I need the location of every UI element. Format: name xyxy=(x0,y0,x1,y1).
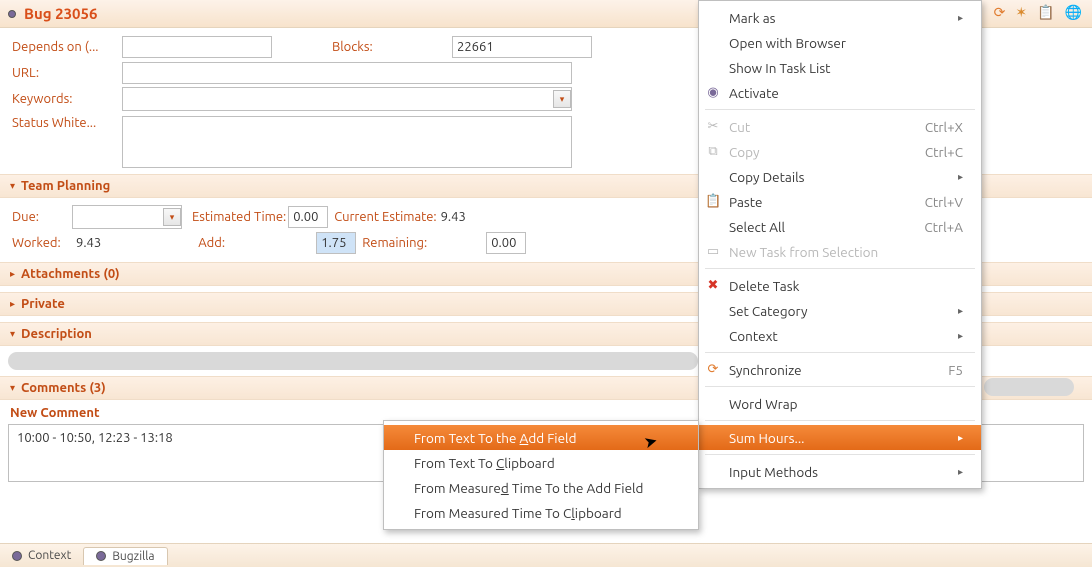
menu-paste[interactable]: 📋 Paste Ctrl+V xyxy=(699,189,981,214)
page-title: Bug 23056 xyxy=(24,5,97,22)
url-input[interactable] xyxy=(122,62,572,84)
worked-label: Worked: xyxy=(12,236,72,250)
sync-icon: ⟳ xyxy=(705,362,721,377)
worked-value: 9.43 xyxy=(76,236,101,250)
due-label: Due: xyxy=(12,210,72,224)
submenu-arrow-icon: ▸ xyxy=(928,466,963,478)
due-date-combo[interactable]: ▾ xyxy=(72,205,182,229)
depends-on-input[interactable] xyxy=(122,36,272,58)
activate-icon: ◉ xyxy=(705,85,721,100)
cut-icon: ✂ xyxy=(705,119,721,134)
estimated-time-label: Estimated Time: xyxy=(192,210,286,224)
delete-icon: ✖ xyxy=(705,278,721,293)
add-hours-input[interactable] xyxy=(316,232,356,254)
clipboard-icon[interactable]: 📋 xyxy=(1037,4,1054,21)
star-icon[interactable]: ✶ xyxy=(1015,4,1027,21)
collapse-icon: ▾ xyxy=(10,382,15,394)
section-attachments-label: Attachments (0) xyxy=(21,267,120,281)
description-text-blurred xyxy=(8,352,698,370)
bottom-tabs: Context Bugzilla xyxy=(0,543,1092,567)
menu-from-text-to-clipboard[interactable]: From Text To Clipboard xyxy=(384,450,698,475)
menu-word-wrap[interactable]: Word Wrap xyxy=(699,391,981,416)
new-comment-text: 10:00 - 10:50, 12:23 - 13:18 xyxy=(17,431,173,445)
menu-separator xyxy=(705,268,975,269)
url-label: URL: xyxy=(12,66,122,80)
menu-separator xyxy=(705,420,975,421)
paste-icon: 📋 xyxy=(705,194,721,209)
submenu-arrow-icon: ▸ xyxy=(928,432,963,444)
tab-bugzilla[interactable]: Bugzilla xyxy=(83,547,167,565)
menu-activate[interactable]: ◉ Activate xyxy=(699,80,981,105)
menu-copy[interactable]: ⧉ Copy Ctrl+C xyxy=(699,139,981,164)
keywords-combo[interactable]: ▾ xyxy=(122,87,572,111)
menu-delete-task[interactable]: ✖ Delete Task xyxy=(699,273,981,298)
copy-icon: ⧉ xyxy=(705,144,721,159)
bug-status-icon xyxy=(8,10,16,18)
menu-show-in-task-list[interactable]: Show In Task List xyxy=(699,55,981,80)
section-comments-label: Comments (3) xyxy=(21,381,106,395)
bugzilla-tab-icon xyxy=(96,551,106,561)
menu-from-measured-to-add-field[interactable]: From Measured Time To the Add Field xyxy=(384,475,698,500)
section-description-label: Description xyxy=(21,327,92,341)
keywords-label: Keywords: xyxy=(12,92,122,106)
remaining-input[interactable] xyxy=(486,232,526,254)
status-whiteboard-input[interactable] xyxy=(122,116,572,168)
context-tab-icon xyxy=(12,551,22,561)
current-estimate-value: 9.43 xyxy=(441,210,466,224)
context-menu: Mark as ▸ Open with Browser Show In Task… xyxy=(698,0,982,489)
collapse-icon: ▾ xyxy=(10,328,15,340)
menu-synchronize[interactable]: ⟳ Synchronize F5 xyxy=(699,357,981,382)
menu-from-measured-to-clipboard[interactable]: From Measured Time To Clipboard xyxy=(384,500,698,525)
submenu-arrow-icon: ▸ xyxy=(928,12,963,24)
estimated-time-input[interactable] xyxy=(288,206,328,228)
collapse-icon: ▾ xyxy=(10,180,15,192)
tab-bugzilla-label: Bugzilla xyxy=(112,550,154,563)
menu-mark-as[interactable]: Mark as ▸ xyxy=(699,5,981,30)
tab-context-label: Context xyxy=(28,549,71,562)
section-private-label: Private xyxy=(21,297,65,311)
new-task-icon: ▭ xyxy=(705,244,721,259)
menu-separator xyxy=(705,109,975,110)
menu-context[interactable]: Context ▸ xyxy=(699,323,981,348)
submenu-arrow-icon: ▸ xyxy=(928,330,963,342)
sync-icon[interactable]: ⟳ xyxy=(994,4,1006,21)
sum-hours-submenu: From Text To the Add Field From Text To … xyxy=(383,420,699,530)
section-team-planning-label: Team Planning xyxy=(21,179,110,193)
chevron-down-icon[interactable]: ▾ xyxy=(553,90,571,108)
menu-copy-details[interactable]: Copy Details ▸ xyxy=(699,164,981,189)
status-white-label: Status White... xyxy=(12,116,122,130)
blurred-content xyxy=(984,378,1074,396)
menu-separator xyxy=(705,386,975,387)
blocks-input[interactable] xyxy=(452,36,592,58)
menu-new-task-from-selection[interactable]: ▭ New Task from Selection xyxy=(699,239,981,264)
remaining-label: Remaining: xyxy=(362,236,486,250)
blocks-label: Blocks: xyxy=(332,40,452,54)
chevron-down-icon[interactable]: ▾ xyxy=(163,208,181,226)
menu-sum-hours[interactable]: Sum Hours... ▸ xyxy=(699,425,981,450)
depends-on-label: Depends on (... xyxy=(12,40,122,54)
submenu-arrow-icon: ▸ xyxy=(928,305,963,317)
menu-input-methods[interactable]: Input Methods ▸ xyxy=(699,459,981,484)
menu-set-category[interactable]: Set Category ▸ xyxy=(699,298,981,323)
menu-from-text-to-add-field[interactable]: From Text To the Add Field xyxy=(384,425,698,450)
globe-icon[interactable]: 🌐 xyxy=(1065,4,1082,21)
toolbar-icons: ⟳ ✶ 📋 🌐 xyxy=(994,4,1082,21)
menu-separator xyxy=(705,352,975,353)
menu-cut[interactable]: ✂ Cut Ctrl+X xyxy=(699,114,981,139)
menu-separator xyxy=(705,454,975,455)
tab-context[interactable]: Context xyxy=(0,547,83,564)
menu-select-all[interactable]: Select All Ctrl+A xyxy=(699,214,981,239)
add-label: Add: xyxy=(198,236,316,250)
submenu-arrow-icon: ▸ xyxy=(928,171,963,183)
menu-open-with-browser[interactable]: Open with Browser xyxy=(699,30,981,55)
expand-icon: ▸ xyxy=(10,268,15,280)
current-estimate-label: Current Estimate: xyxy=(334,210,436,224)
expand-icon: ▸ xyxy=(10,298,15,310)
